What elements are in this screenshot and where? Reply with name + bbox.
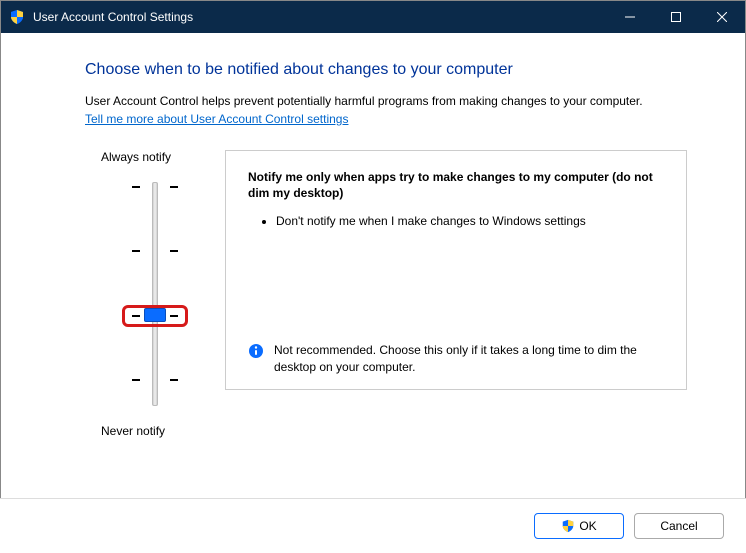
slider-tick <box>170 186 178 188</box>
uac-shield-icon <box>9 9 25 25</box>
page-heading: Choose when to be notified about changes… <box>85 61 687 79</box>
slider-label-bottom: Never notify <box>85 424 225 438</box>
close-button[interactable] <box>699 1 745 33</box>
slider-tick <box>132 250 140 252</box>
info-bullet-item: Don't notify me when I make changes to W… <box>276 213 664 230</box>
info-icon <box>248 343 264 359</box>
uac-shield-icon <box>561 519 575 533</box>
minimize-button[interactable] <box>607 1 653 33</box>
slider-thumb[interactable] <box>144 308 166 322</box>
slider-tick <box>170 250 178 252</box>
ok-button-label: OK <box>579 519 596 533</box>
cancel-button-label: Cancel <box>660 519 697 533</box>
cancel-button[interactable]: Cancel <box>634 513 724 539</box>
slider-tick <box>170 379 178 381</box>
help-link[interactable]: Tell me more about User Account Control … <box>85 112 348 126</box>
info-note: Not recommended. Choose this only if it … <box>248 342 664 374</box>
notification-slider[interactable] <box>110 174 200 414</box>
info-note-text: Not recommended. Choose this only if it … <box>274 342 664 374</box>
intro-text: User Account Control helps prevent poten… <box>85 93 687 110</box>
maximize-button[interactable] <box>653 1 699 33</box>
content-area: Choose when to be notified about changes… <box>1 33 745 458</box>
slider-column: Always notify Never notify <box>85 150 225 438</box>
title-bar: User Account Control Settings <box>1 1 745 33</box>
slider-tick <box>132 379 140 381</box>
slider-label-top: Always notify <box>85 150 225 164</box>
window-title: User Account Control Settings <box>33 10 607 24</box>
info-title: Notify me only when apps try to make cha… <box>248 169 664 201</box>
slider-tick <box>132 186 140 188</box>
info-panel: Notify me only when apps try to make cha… <box>225 150 687 390</box>
slider-rail <box>152 182 158 406</box>
info-bullet-list: Don't notify me when I make changes to W… <box>248 213 664 236</box>
ok-button[interactable]: OK <box>534 513 624 539</box>
dialog-footer: OK Cancel <box>0 498 746 553</box>
